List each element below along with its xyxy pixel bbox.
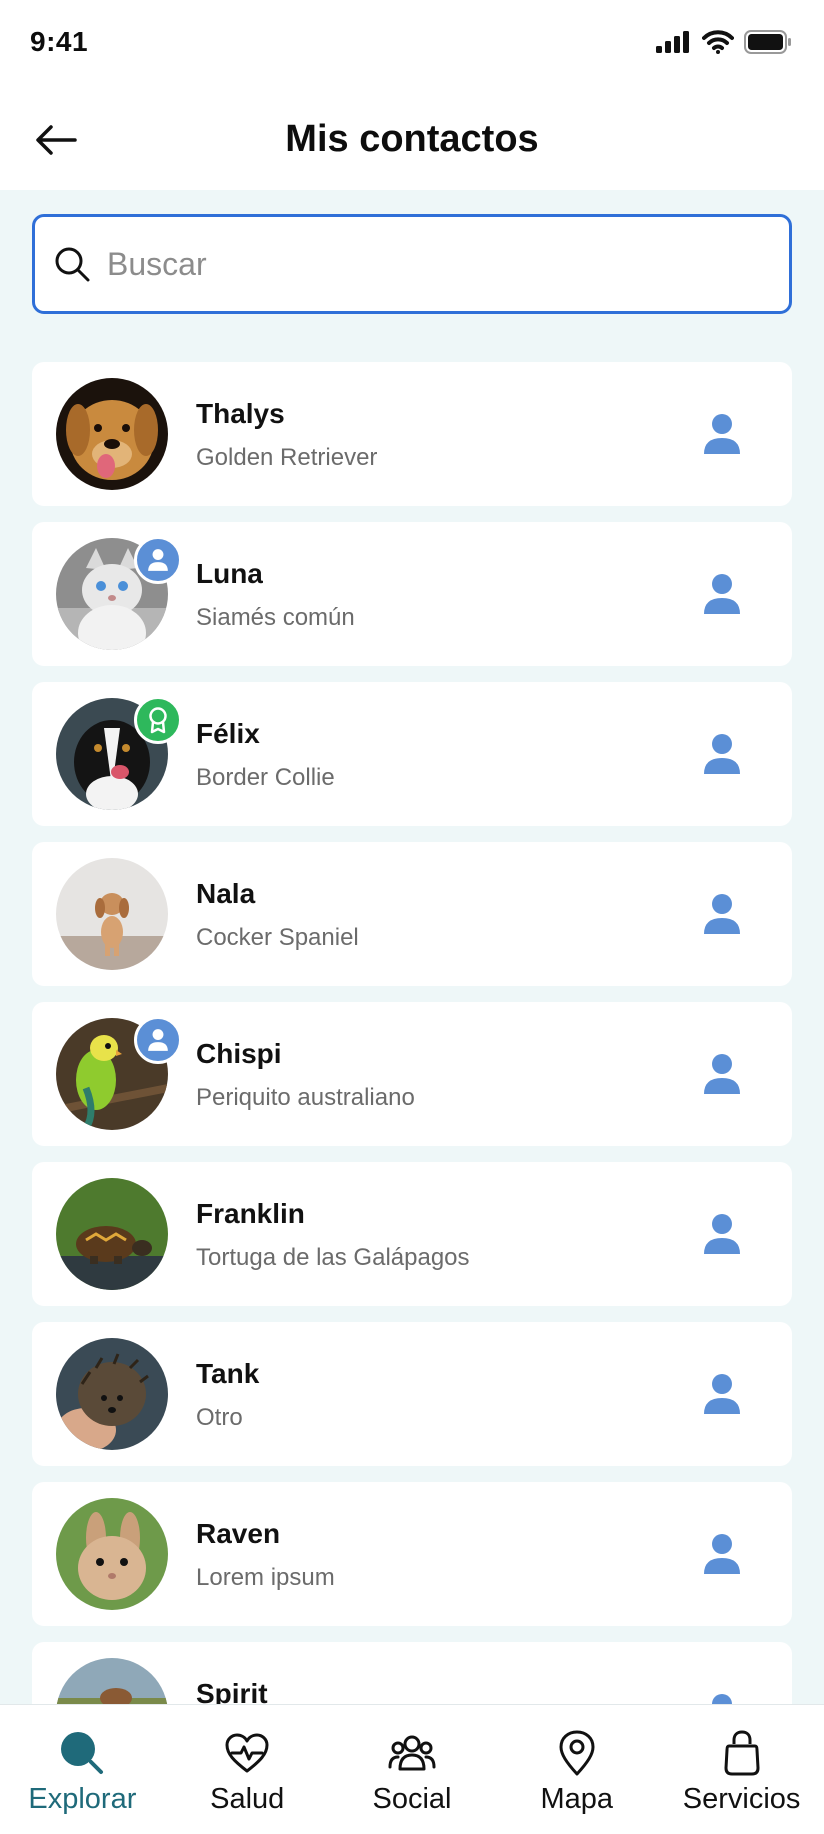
user-icon bbox=[148, 1029, 168, 1051]
contact-card-thalys[interactable]: Thalys Golden Retriever bbox=[32, 362, 792, 506]
avatar bbox=[56, 1178, 168, 1290]
contact-name: Tank bbox=[196, 1358, 260, 1389]
search-box[interactable] bbox=[32, 214, 792, 314]
header: Mis contactos bbox=[0, 92, 824, 190]
profile-button[interactable] bbox=[702, 892, 742, 936]
contact-list: Thalys Golden Retriever Luna Siamés comú… bbox=[32, 362, 792, 1704]
user-icon bbox=[704, 1214, 740, 1254]
status-time: 9:41 bbox=[30, 26, 89, 57]
status-bar: 9:41 bbox=[0, 0, 824, 92]
contact-name: Franklin bbox=[196, 1198, 305, 1229]
avatar bbox=[56, 1498, 168, 1610]
contact-card-luna[interactable]: Luna Siamés común bbox=[32, 522, 792, 666]
search-input[interactable] bbox=[107, 245, 707, 283]
user-icon bbox=[704, 894, 740, 934]
battery-icon bbox=[744, 30, 791, 54]
avatar bbox=[56, 858, 168, 970]
profile-button[interactable] bbox=[702, 1052, 742, 1096]
contact-card-franklin[interactable]: Franklin Tortuga de las Galápagos bbox=[32, 1162, 792, 1306]
shopping-bag-icon bbox=[724, 1730, 760, 1776]
user-icon bbox=[712, 1694, 732, 1704]
contact-breed: Periquito australiano bbox=[196, 1084, 415, 1111]
contact-name: Chispi bbox=[196, 1038, 282, 1069]
profile-button[interactable] bbox=[702, 572, 742, 616]
contact-name: Raven bbox=[196, 1518, 281, 1549]
award-icon bbox=[149, 707, 167, 734]
user-icon bbox=[148, 549, 168, 571]
contact-card-felix[interactable]: Félix Border Collie bbox=[32, 682, 792, 826]
user-icon bbox=[704, 1054, 740, 1094]
tab-mapa[interactable]: Mapa bbox=[494, 1705, 659, 1834]
contact-card-nala[interactable]: Nala Cocker Spaniel bbox=[32, 842, 792, 986]
tab-label: Salud bbox=[210, 1783, 285, 1815]
tab-label: Mapa bbox=[540, 1783, 614, 1815]
contact-card-chispi[interactable]: Chispi Periquito australiano bbox=[32, 1002, 792, 1146]
user-icon bbox=[704, 1534, 740, 1574]
avatar bbox=[56, 378, 168, 490]
contact-breed: Tortuga de las Galápagos bbox=[196, 1244, 470, 1271]
tab-social[interactable]: Social bbox=[330, 1705, 495, 1834]
tab-salud[interactable]: Salud bbox=[165, 1705, 330, 1834]
contact-card-raven[interactable]: Raven Lorem ipsum bbox=[32, 1482, 792, 1626]
people-icon bbox=[388, 1735, 436, 1771]
contact-card-spirit[interactable]: Spirit bbox=[32, 1642, 792, 1704]
contact-badge bbox=[134, 536, 182, 584]
page-title: Mis contactos bbox=[285, 118, 539, 160]
status-icons bbox=[656, 30, 792, 54]
profile-button[interactable] bbox=[702, 1212, 742, 1256]
user-icon bbox=[704, 1374, 740, 1414]
contact-name: Félix bbox=[196, 718, 260, 749]
user-icon bbox=[704, 734, 740, 774]
contact-name: Spirit bbox=[196, 1678, 268, 1704]
contact-breed: Border Collie bbox=[196, 764, 335, 791]
contact-name: Luna bbox=[196, 558, 263, 589]
profile-button[interactable] bbox=[702, 732, 742, 776]
explore-icon bbox=[61, 1732, 104, 1774]
profile-button[interactable] bbox=[702, 1692, 742, 1704]
contact-card-tank[interactable]: Tank Otro bbox=[32, 1322, 792, 1466]
tab-explorar[interactable]: Explorar bbox=[0, 1705, 165, 1834]
health-heart-icon bbox=[225, 1733, 269, 1773]
contact-name: Nala bbox=[196, 878, 256, 909]
contact-badge bbox=[134, 1016, 182, 1064]
contact-breed: Golden Retriever bbox=[196, 444, 378, 471]
tab-label: Servicios bbox=[682, 1783, 801, 1815]
user-icon bbox=[704, 574, 740, 614]
tab-label: Social bbox=[372, 1783, 452, 1815]
bottom-tab-bar: Explorar Salud Social Mapa Servicios bbox=[0, 1704, 824, 1834]
cellular-signal-icon bbox=[656, 31, 689, 53]
wifi-icon bbox=[702, 30, 734, 54]
contact-badge bbox=[134, 696, 182, 744]
tab-servicios[interactable]: Servicios bbox=[659, 1705, 824, 1834]
profile-button[interactable] bbox=[702, 1372, 742, 1416]
profile-button[interactable] bbox=[702, 1532, 742, 1576]
contact-breed: Siamés común bbox=[196, 604, 355, 631]
contact-breed: Otro bbox=[196, 1404, 243, 1431]
contact-name: Thalys bbox=[196, 398, 285, 429]
contact-breed: Lorem ipsum bbox=[196, 1564, 335, 1591]
avatar bbox=[56, 1338, 168, 1450]
avatar bbox=[56, 1658, 168, 1704]
search-icon bbox=[55, 247, 90, 282]
user-icon bbox=[704, 414, 740, 454]
profile-button[interactable] bbox=[702, 412, 742, 456]
contact-breed: Cocker Spaniel bbox=[196, 924, 359, 951]
tab-label: Explorar bbox=[28, 1783, 137, 1815]
map-pin-icon bbox=[559, 1730, 595, 1776]
